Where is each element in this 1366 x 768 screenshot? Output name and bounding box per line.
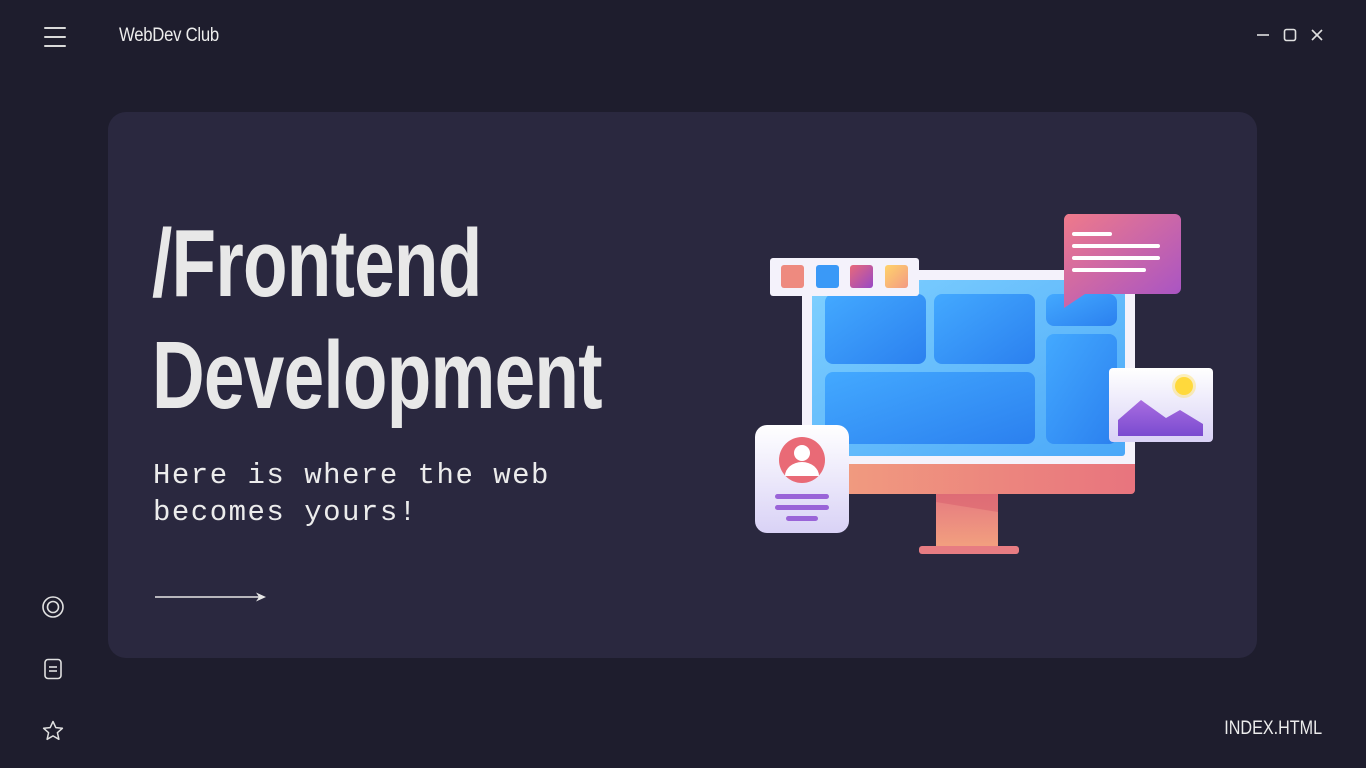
- hero-title-line-1: /Frontend: [152, 210, 482, 317]
- desktop-monitor-illustration: [748, 210, 1228, 565]
- document-icon[interactable]: [41, 657, 65, 681]
- file-name-label: INDEX.HTML: [1224, 718, 1322, 739]
- window-controls: [1256, 28, 1324, 47]
- long-arrow-right-icon[interactable]: [154, 590, 270, 608]
- close-icon[interactable]: [1310, 28, 1324, 47]
- hero-subtitle: Here is where the web becomes yours!: [153, 459, 550, 529]
- hamburger-menu-icon[interactable]: [44, 27, 66, 47]
- target-circle-icon[interactable]: [41, 595, 65, 619]
- star-icon[interactable]: [41, 719, 65, 743]
- minimize-icon[interactable]: [1256, 28, 1270, 47]
- app-window: WebDev Club /Frontend Development Here i…: [0, 0, 1366, 768]
- hero-card: /Frontend Development Here is where the …: [108, 112, 1257, 658]
- maximize-icon[interactable]: [1283, 28, 1297, 47]
- hero-title-line-2: Development: [152, 322, 603, 429]
- brand-title: WebDev Club: [119, 25, 219, 46]
- hero-title: /Frontend Development: [152, 208, 603, 432]
